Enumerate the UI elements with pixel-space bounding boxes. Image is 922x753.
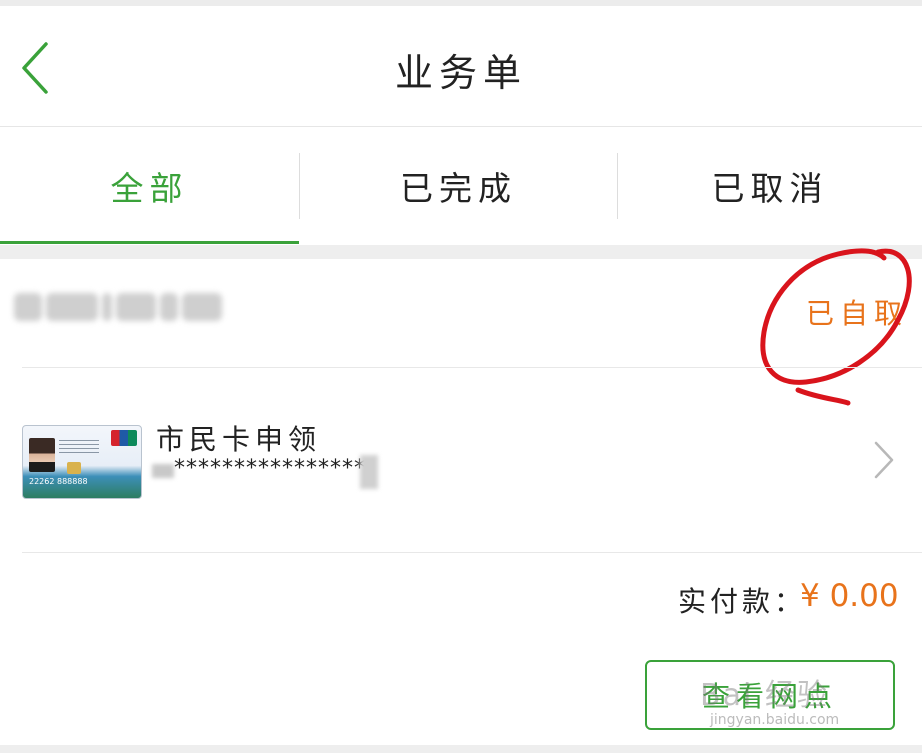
tab-bar: 全部 已完成 已取消 <box>0 127 922 245</box>
unionpay-logo <box>111 430 137 446</box>
redacted-id-prefix <box>152 464 174 478</box>
card-text-lines <box>59 440 99 454</box>
card-chip <box>67 462 81 474</box>
divider <box>22 552 922 553</box>
page-title: 业务单 <box>394 51 527 95</box>
bottom-strip <box>0 745 922 753</box>
order-status: 已自取 <box>806 297 909 330</box>
redacted-merchant-name <box>14 293 222 321</box>
item-id-masked: **************** <box>174 456 366 481</box>
payment-amount: ¥ 0.00 <box>800 578 899 614</box>
tab-cancelled[interactable]: 已取消 <box>618 127 922 245</box>
active-tab-indicator <box>0 241 299 244</box>
tab-completed[interactable]: 已完成 <box>300 127 617 245</box>
section-gap <box>0 245 922 259</box>
item-title: 市民卡申领 <box>156 423 322 456</box>
redacted-id-suffix <box>360 455 378 489</box>
tab-all[interactable]: 全部 <box>0 127 299 245</box>
card-photo <box>29 438 55 472</box>
citizen-card-image: 22262 888888 <box>22 425 142 499</box>
navigation-bar: 业务单 <box>0 6 922 127</box>
payment-label: 实付款： <box>678 585 807 618</box>
chevron-right-icon <box>874 441 894 479</box>
view-outlets-button[interactable]: 查看网点 <box>645 660 895 730</box>
card-number: 22262 888888 <box>29 477 88 486</box>
